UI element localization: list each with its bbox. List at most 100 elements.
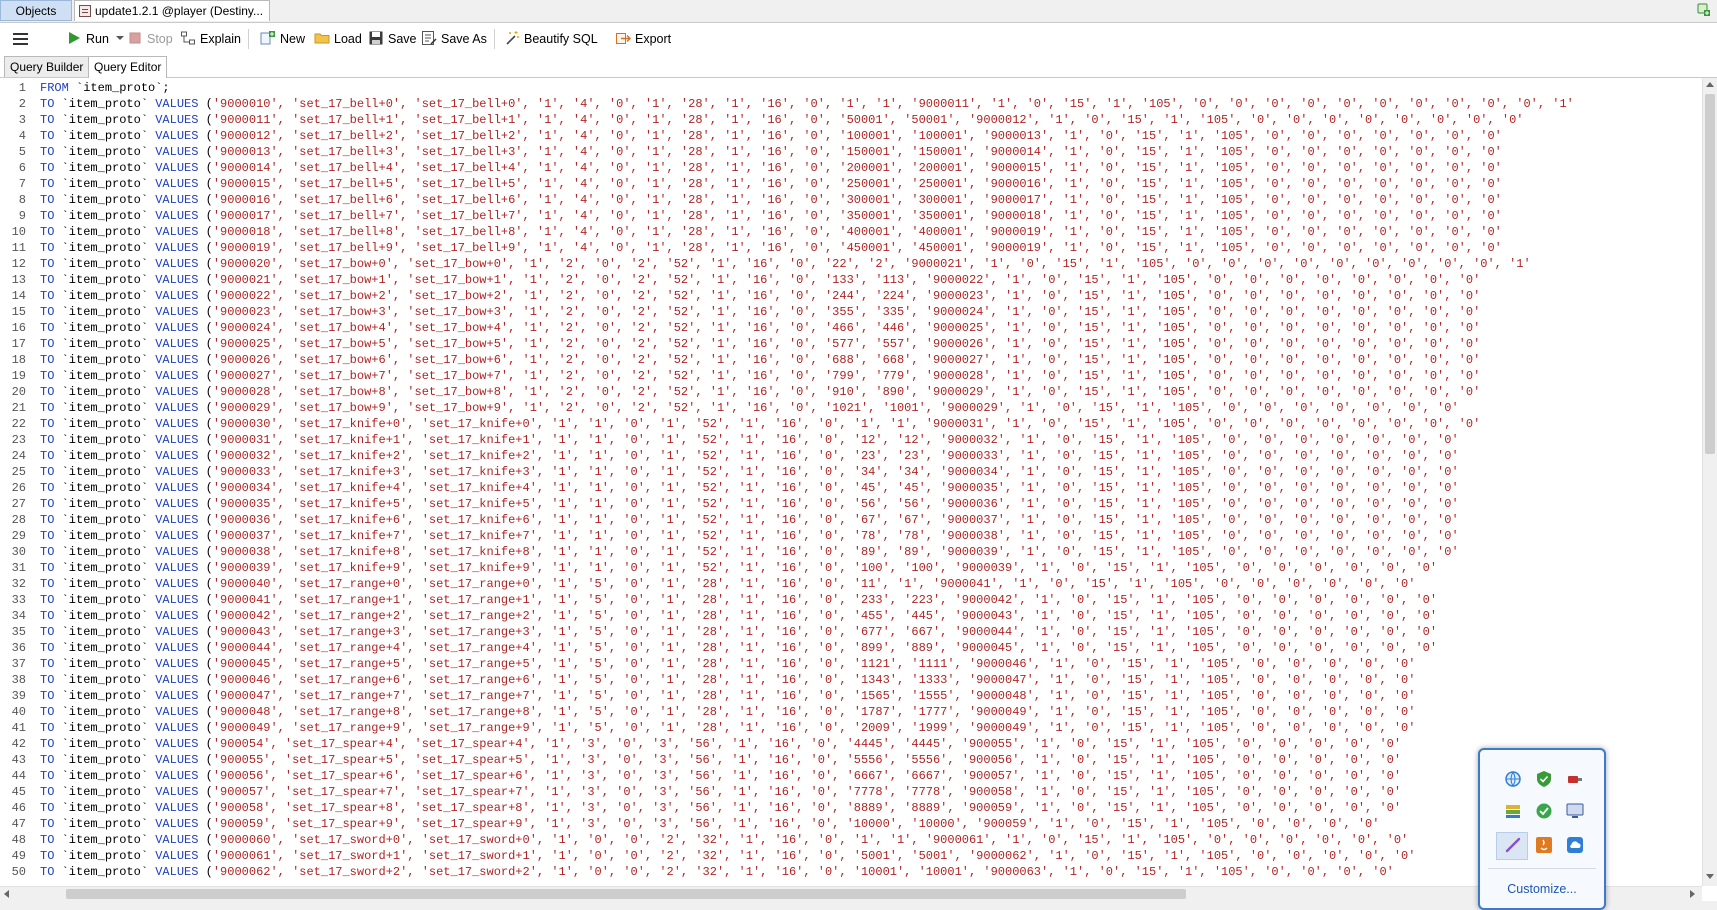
sql-keyword: VALUES <box>155 401 199 415</box>
display-monitor-icon[interactable] <box>1566 802 1584 820</box>
query-toolbar: Run Stop Explain New Load Save Save As B… <box>0 23 1717 55</box>
sync-check-icon[interactable] <box>1535 802 1553 820</box>
sql-keyword: TO <box>40 145 55 159</box>
code-text: TO `item_proto` VALUES ('9000047', 'set_… <box>40 688 1415 704</box>
sql-string: '9000021', 'set_17_bow+1', 'set_17_bow+1… <box>212 273 1481 287</box>
code-text: TO `item_proto` VALUES ('9000018', 'set_… <box>40 224 1502 240</box>
stop-label: Stop <box>147 32 173 46</box>
sql-keyword: VALUES <box>155 353 199 367</box>
cloud-drive-icon[interactable] <box>1566 836 1584 854</box>
export-button[interactable]: Export <box>615 29 671 49</box>
customize-link[interactable]: Customize... <box>1480 882 1604 896</box>
sql-text: ( <box>198 369 213 383</box>
tab-query-editor[interactable]: Query Editor <box>88 56 168 78</box>
sql-text: `item_proto` <box>54 513 156 527</box>
code-text: TO `item_proto` VALUES ('9000015', 'set_… <box>40 176 1502 192</box>
line-number: 3 <box>18 113 26 127</box>
sql-keyword: TO <box>40 321 55 335</box>
sql-keyword: TO <box>40 497 55 511</box>
sql-keyword: TO <box>40 593 55 607</box>
sql-string: '900057', 'set_17_spear+7', 'set_17_spea… <box>212 785 1402 799</box>
sql-string: '9000039', 'set_17_knife+9', 'set_17_kni… <box>212 561 1438 575</box>
line-number: 10 <box>11 225 26 239</box>
sql-editor[interactable]: 1 FROM `item_proto`; 2 TO `item_proto` VALU… <box>0 78 1702 886</box>
sql-keyword: TO <box>40 801 55 815</box>
sql-keyword: TO <box>40 529 55 543</box>
line-number: 33 <box>11 593 26 607</box>
java-update-icon[interactable] <box>1535 836 1553 854</box>
sql-text: `item_proto` <box>54 609 156 623</box>
sql-keyword: VALUES <box>155 673 199 687</box>
horizontal-scroll-thumb[interactable] <box>66 889 1186 899</box>
tab-objects[interactable]: Objects <box>0 0 72 21</box>
sql-keyword: TO <box>40 161 55 175</box>
code-text: TO `item_proto` VALUES ('9000039', 'set_… <box>40 560 1437 576</box>
sql-text: `item_proto` <box>54 273 156 287</box>
explain-button[interactable]: Explain <box>180 29 241 49</box>
line-number: 4 <box>18 129 26 143</box>
load-button[interactable]: Load <box>314 29 362 49</box>
save-button[interactable]: Save <box>368 29 417 49</box>
sql-text: `item_proto` <box>54 865 156 879</box>
sql-keyword: TO <box>40 417 55 431</box>
sql-text: `item_proto` <box>54 465 156 479</box>
sql-text: ( <box>198 513 213 527</box>
beautify-sql-button[interactable]: Beautify SQL <box>504 29 598 49</box>
sql-string: '9000043', 'set_17_range+3', 'set_17_ran… <box>212 625 1438 639</box>
sql-string: '900059', 'set_17_spear+9', 'set_17_spea… <box>212 817 1380 831</box>
pen-tool-icon[interactable] <box>1504 836 1522 854</box>
sql-keyword: TO <box>40 721 55 735</box>
tab-query-document-label: update1.2.1 @player (Destiny... <box>95 4 264 18</box>
sql-keyword: VALUES <box>155 577 199 591</box>
run-button[interactable]: Run <box>66 29 125 49</box>
scroll-up-icon[interactable] <box>1706 82 1714 87</box>
usb-device-icon[interactable] <box>1566 770 1584 788</box>
chevron-down-icon[interactable] <box>116 34 125 42</box>
sql-string: '9000036', 'set_17_knife+6', 'set_17_kni… <box>212 513 1459 527</box>
scroll-left-icon[interactable] <box>4 890 9 898</box>
vertical-scrollbar[interactable] <box>1702 78 1717 886</box>
line-number: 38 <box>11 673 26 687</box>
new-connection-icon[interactable] <box>1697 3 1711 17</box>
sql-text: `item_proto` <box>54 305 156 319</box>
sql-keyword: TO <box>40 513 55 527</box>
new-button[interactable]: New <box>260 29 305 49</box>
tab-query-document[interactable]: update1.2.1 @player (Destiny... <box>74 0 270 21</box>
line-number: 46 <box>11 801 26 815</box>
menu-icon[interactable] <box>13 33 28 45</box>
sql-text: ( <box>198 433 213 447</box>
save-as-button[interactable]: Save As <box>421 29 487 49</box>
sql-keyword: TO <box>40 833 55 847</box>
scroll-down-icon[interactable] <box>1706 874 1714 879</box>
sql-string: '9000041', 'set_17_range+1', 'set_17_ran… <box>212 593 1438 607</box>
sql-keyword: TO <box>40 817 55 831</box>
sql-text: ( <box>198 769 213 783</box>
code-text: TO `item_proto` VALUES ('9000021', 'set_… <box>40 272 1480 288</box>
sql-keyword: VALUES <box>155 817 199 831</box>
sql-text: `item_proto` <box>54 657 156 671</box>
network-globe-icon[interactable] <box>1504 770 1522 788</box>
save-as-icon <box>422 31 437 45</box>
vertical-scroll-thumb[interactable] <box>1705 94 1715 454</box>
code-text: TO `item_proto` VALUES ('9000010', 'set_… <box>40 96 1574 112</box>
code-text: TO `item_proto` VALUES ('9000017', 'set_… <box>40 208 1502 224</box>
scroll-right-icon[interactable] <box>1690 890 1695 898</box>
editor-mode-tabs: Query Builder Query Editor <box>0 55 1717 78</box>
sql-text: ( <box>198 113 213 127</box>
export-label: Export <box>635 32 672 46</box>
sql-keyword: VALUES <box>155 337 199 351</box>
line-number: 36 <box>11 641 26 655</box>
sql-text: ( <box>198 593 213 607</box>
toolbar-divider <box>248 29 249 49</box>
horizontal-scrollbar[interactable] <box>0 886 1702 901</box>
sql-text: `item_proto` <box>54 849 156 863</box>
sql-text: `item_proto` <box>54 353 156 367</box>
sql-keyword: VALUES <box>155 369 199 383</box>
stack-app-icon[interactable] <box>1504 802 1522 820</box>
stop-button[interactable]: Stop <box>127 29 173 49</box>
code-text: TO `item_proto` VALUES ('9000049', 'set_… <box>40 720 1415 736</box>
tab-query-builder[interactable]: Query Builder <box>4 56 90 77</box>
sql-string: '9000037', 'set_17_knife+7', 'set_17_kni… <box>212 529 1459 543</box>
security-shield-icon[interactable] <box>1535 770 1553 788</box>
sql-keyword: TO <box>40 785 55 799</box>
